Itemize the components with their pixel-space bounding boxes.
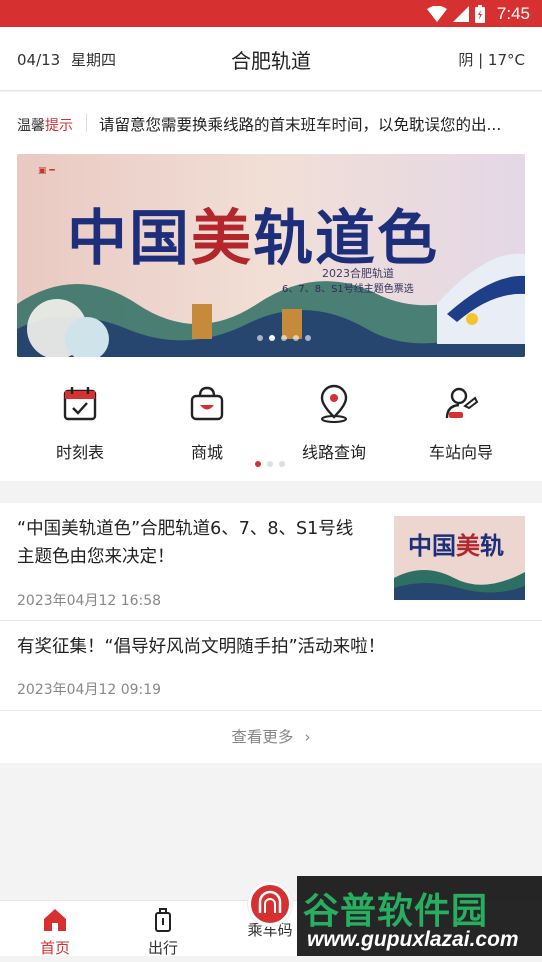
banner-logo: ▣ ━ [38, 166, 55, 176]
quick-item-label: 车站向导 [428, 443, 493, 462]
banner-dot [293, 335, 299, 341]
banner-dot [281, 335, 287, 341]
banner-title-part1: 中国 [67, 204, 191, 274]
home-icon [44, 909, 66, 931]
quick-item-timetable[interactable]: 时刻表 [15, 384, 145, 463]
signal-icon [452, 5, 469, 22]
ride-code-button[interactable] [248, 882, 292, 926]
notice-bar[interactable]: 温馨提示 请留意您需要换乘线路的首末班车时间，以免耽误您的出... [0, 92, 542, 154]
news-time: 2023年04月12 09:19 [17, 682, 162, 698]
svg-text:中国美轨: 中国美轨 [408, 531, 504, 560]
quick-item-label: 时刻表 [55, 443, 104, 462]
wifi-icon [426, 5, 447, 22]
notice-text[interactable]: 请留意您需要换乘线路的首末班车时间，以免耽误您的出... [99, 113, 527, 135]
news-list: “中国美轨道色”合肥轨道6、7、8、S1号线 主题色由您来决定！ 2023年04… [0, 503, 542, 763]
status-icons: 7:45 [426, 3, 530, 24]
news-title: 有奖征集！“倡导好风尚文明随手拍”活动来啦！ [17, 637, 386, 657]
battery-icon [474, 4, 485, 23]
calendar-check-icon [63, 387, 97, 421]
quick-menu-dot [255, 461, 261, 467]
view-more-label: 查看更多 [231, 728, 294, 746]
news-thumbnail-image: 中国美轨 [394, 516, 525, 600]
banner-title-part2: 轨道色 [253, 204, 439, 274]
watermark-url: www.gupuxlazai.com [307, 928, 519, 951]
chevron-right-icon: › [304, 728, 311, 746]
tab-label: 首页 [39, 939, 70, 957]
banner-subtitle-2: 6、7、8、S1号线主题色票选 [282, 284, 414, 295]
quick-item-station-guide[interactable]: 车站向导 [396, 384, 526, 463]
weather-text[interactable]: 阴 | 17°C [458, 49, 525, 70]
view-more-link[interactable]: 查看更多 › [0, 711, 542, 763]
shopping-bag-icon [190, 386, 224, 421]
banner-carousel[interactable]: ▣ ━ 中国美轨道色 2023合肥轨道 6、7、8、S1号线主题色票选 [17, 154, 525, 357]
news-time: 2023年04月12 16:58 [17, 593, 162, 609]
luggage-icon [155, 908, 171, 932]
tab-travel[interactable]: 出行 [108, 901, 218, 957]
banner-subtitle-1: 2023合肥轨道 [322, 267, 394, 280]
news-item[interactable]: 有奖征集！“倡导好风尚文明随手拍”活动来啦！ 2023年04月12 09:19 [0, 621, 542, 711]
watermark: 谷普软件园 www.gupuxlazai.com [297, 876, 542, 956]
quick-item-mall[interactable]: 商城 [142, 384, 272, 463]
top-header: 04/13 星期四 合肥轨道 阴 | 17°C [0, 27, 542, 91]
quick-item-label: 商城 [190, 443, 223, 462]
news-title: “中国美轨道色”合肥轨道6、7、8、S1号线 主题色由您来决定！ [17, 515, 353, 571]
banner-pagination [257, 335, 311, 341]
banner-title-mei: 美 [191, 204, 253, 274]
quick-menu-dot [267, 461, 273, 467]
notice-tag-prefix: 温馨 [17, 118, 45, 134]
tunnel-icon [258, 890, 282, 913]
tab-label: 出行 [147, 939, 178, 957]
status-bar: 7:45 [0, 0, 542, 27]
banner-dot [257, 335, 263, 341]
tab-home[interactable]: 首页 [0, 901, 110, 957]
banner-title: 中国美轨道色 [67, 190, 439, 277]
news-title-line-1: “中国美轨道色”合肥轨道6、7、8、S1号线 [17, 519, 354, 539]
quick-menu-dot [279, 461, 285, 467]
watermark-brand: 谷普软件园 [303, 891, 489, 932]
quick-item-route-search[interactable]: 线路查询 [269, 384, 399, 463]
news-item[interactable]: “中国美轨道色”合肥轨道6、7、8、S1号线 主题色由您来决定！ 2023年04… [0, 503, 542, 621]
map-pin-icon [320, 384, 348, 423]
station-guide-icon [445, 387, 479, 419]
banner-dot [305, 335, 311, 341]
notice-tag-suffix: 提示 [45, 118, 73, 134]
notice-divider [86, 114, 87, 132]
status-time: 7:45 [496, 3, 530, 23]
banner-section: ▣ ━ 中国美轨道色 2023合肥轨道 6、7、8、S1号线主题色票选 [0, 154, 542, 374]
notice-tag: 温馨提示 [17, 115, 73, 135]
news-title-line-2: 主题色由您来决定！ [17, 547, 175, 567]
quick-menu-pagination [255, 461, 285, 467]
banner-dot [269, 335, 275, 341]
quick-item-label: 线路查询 [301, 443, 366, 462]
news-thumbnail: 中国美轨 [394, 516, 525, 600]
quick-menu: 时刻表 商城 线路查询 车站向导 [0, 374, 542, 481]
